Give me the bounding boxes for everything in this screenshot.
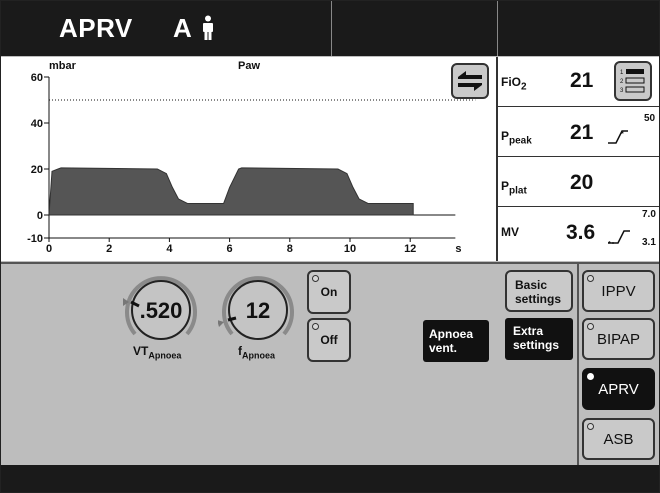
apnoea-off-button[interactable]: Off	[307, 318, 351, 362]
fio2-value: 21	[570, 69, 594, 92]
apnoea-vent-button[interactable]: Apnoea vent.	[423, 320, 489, 362]
mv-label: MV	[501, 225, 519, 239]
y-tick-label: 40	[31, 118, 43, 130]
swap-waveform-icon	[458, 71, 482, 91]
mode-column-divider	[577, 264, 579, 467]
x-unit-label: s	[455, 243, 461, 255]
mv-row: MV 3.6 * 7.0 3.1	[498, 207, 659, 257]
header-divider	[331, 1, 332, 56]
apnoea-on-button[interactable]: On	[307, 270, 351, 314]
pplat-label: Pplat	[501, 179, 527, 197]
indicator-light	[312, 323, 319, 330]
indicator-light	[312, 275, 319, 282]
indicator-light	[587, 275, 594, 282]
paw-chart: 6040200-100 2 4 6 8 10 12mbar Paws	[27, 60, 476, 255]
mode-button-asb[interactable]: ASB	[582, 418, 655, 460]
mode-suffix: A	[173, 13, 192, 43]
indicator-light	[587, 423, 594, 430]
header-bar: APRV A	[1, 1, 659, 56]
x-tick-label: 0	[46, 243, 52, 255]
fio2-row: FiO2 21 1 2 3	[498, 57, 659, 107]
indicator-light	[587, 373, 594, 380]
extra-settings-button[interactable]: Extra settings	[505, 318, 573, 360]
f-value: 12	[245, 298, 271, 323]
swap-waveform-button[interactable]	[451, 63, 489, 99]
header-divider	[497, 1, 498, 56]
y-tick-label: -10	[27, 233, 43, 245]
person-icon	[201, 15, 215, 46]
y-tick-label: 0	[37, 210, 43, 222]
x-tick-label: 10	[344, 243, 356, 255]
x-tick-label: 8	[287, 243, 293, 255]
svg-text:2: 2	[620, 79, 624, 85]
ppeak-label: Ppeak	[501, 129, 532, 147]
settings-panel: .520 VTApnoea 12 fApnoea On Off Apnoea v	[1, 262, 659, 467]
mode-button-ippv[interactable]: IPPV	[582, 270, 655, 312]
measured-values-panel: FiO2 21 1 2 3 Ppeak 21 * 50 Pplat 20 MV …	[496, 57, 659, 261]
ppeak-value: 21	[570, 121, 594, 144]
ppeak-row: Ppeak 21 * 50	[498, 107, 659, 157]
footer-bar	[1, 465, 659, 492]
x-tick-label: 6	[227, 243, 233, 255]
pplat-value: 20	[570, 171, 594, 194]
mv-value: 3.6	[566, 221, 596, 244]
x-tick-label: 4	[166, 243, 173, 255]
alarm-limit-icon: *	[608, 130, 628, 144]
mv-alarm-high: 7.0	[642, 209, 656, 220]
svg-text:*: *	[621, 131, 624, 138]
indicator-light	[587, 323, 594, 330]
x-tick-label: 12	[404, 243, 416, 255]
ppeak-alarm-high: 50	[644, 113, 656, 124]
y-unit-label: mbar	[49, 60, 77, 72]
f-knob[interactable]: 12	[218, 272, 298, 342]
level-select-icon: 1 2 3	[620, 69, 645, 94]
paw-waveform-area	[48, 167, 414, 216]
vt-label: VTApnoea	[133, 344, 182, 361]
svg-text:3: 3	[620, 88, 624, 94]
y-tick-label: 20	[31, 164, 43, 176]
signal-label: Paw	[238, 60, 260, 72]
level-select-button[interactable]: 1 2 3	[614, 61, 652, 101]
mode-title: APRV	[59, 13, 133, 43]
svg-text:1: 1	[620, 70, 624, 76]
x-tick-label: 2	[106, 243, 112, 255]
mode-button-bipap[interactable]: BIPAP	[582, 318, 655, 360]
vt-knob[interactable]: .520	[121, 272, 201, 342]
alarm-limit-icon: *	[608, 230, 630, 247]
waveform-panel: 60 40 20 0 -10 0 2 4 6 8 10 12 mbar Paw s	[1, 57, 496, 261]
y-tick-label: 60	[31, 72, 43, 84]
mode-button-aprv[interactable]: APRV	[582, 368, 655, 410]
basic-settings-button[interactable]: Basic settings	[505, 270, 573, 312]
f-label: fApnoea	[238, 344, 276, 361]
vt-value: .520	[139, 298, 183, 323]
pplat-row: Pplat 20	[498, 157, 659, 207]
ventilator-screen: APRV A 60 40 20 0 -10 0 2 4 6 8 10 12 mbar Paw s FiO2 …	[0, 0, 660, 493]
mv-alarm-low: 3.1	[642, 237, 656, 248]
svg-text:*: *	[608, 241, 611, 247]
fio2-label: FiO2	[501, 75, 527, 93]
